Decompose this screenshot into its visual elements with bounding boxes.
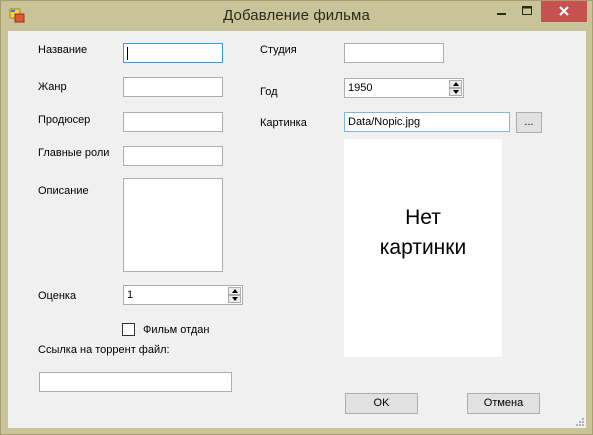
- name-field[interactable]: [123, 43, 223, 63]
- maximize-icon: [522, 6, 532, 15]
- close-icon: [559, 6, 569, 16]
- year-value: 1950: [348, 82, 373, 94]
- actors-label: Главные роли: [38, 147, 110, 159]
- minimize-icon: [497, 13, 506, 15]
- browse-button[interactable]: ...: [516, 112, 542, 133]
- text-caret: [127, 46, 128, 60]
- rating-stepper[interactable]: 1: [123, 285, 243, 305]
- name-label: Название: [38, 44, 88, 56]
- picture-label: Картинка: [260, 117, 307, 129]
- dialog-window: Добавление фильма Название Жанр Продюсер…: [0, 0, 593, 435]
- close-button[interactable]: [541, 1, 587, 22]
- producer-field[interactable]: [123, 112, 223, 132]
- torrent-label: Ссылка на торрент файл:: [38, 344, 170, 356]
- torrent-field[interactable]: [39, 372, 232, 392]
- picture-box: Нет картинки: [344, 139, 502, 357]
- rating-spin[interactable]: [228, 287, 241, 303]
- year-up-button[interactable]: [449, 80, 462, 88]
- description-field[interactable]: [123, 178, 223, 272]
- year-stepper[interactable]: 1950: [344, 78, 464, 98]
- producer-label: Продюсер: [38, 114, 91, 126]
- rating-label: Оценка: [38, 290, 77, 302]
- year-spin[interactable]: [449, 80, 462, 96]
- form-client-area: Название Жанр Продюсер Главные роли Опис…: [8, 31, 586, 428]
- genre-field[interactable]: [123, 77, 223, 97]
- ok-button[interactable]: OK: [345, 393, 418, 414]
- year-down-button[interactable]: [449, 88, 462, 96]
- given-away-label: Фильм отдан: [143, 324, 210, 336]
- description-label: Описание: [38, 185, 89, 197]
- maximize-button[interactable]: [514, 1, 540, 22]
- minimize-button[interactable]: [489, 1, 515, 22]
- rating-down-button[interactable]: [228, 295, 241, 303]
- studio-field[interactable]: [344, 43, 444, 63]
- rating-value: 1: [127, 289, 134, 301]
- actors-field[interactable]: [123, 146, 223, 166]
- given-away-checkbox[interactable]: [122, 323, 135, 336]
- picture-path-field[interactable]: Data/Nopic.jpg: [344, 112, 510, 132]
- no-picture-text: Нет картинки: [344, 203, 502, 263]
- title-bar[interactable]: Добавление фильма: [1, 1, 592, 31]
- studio-label: Студия: [260, 44, 297, 56]
- rating-up-button[interactable]: [228, 287, 241, 295]
- year-label: Год: [260, 86, 278, 98]
- resize-grip-icon[interactable]: [574, 416, 584, 426]
- no-picture-line2: картинки: [379, 236, 467, 259]
- cancel-button[interactable]: Отмена: [467, 393, 540, 414]
- no-picture-line1: Нет: [405, 206, 441, 229]
- genre-label: Жанр: [38, 81, 67, 93]
